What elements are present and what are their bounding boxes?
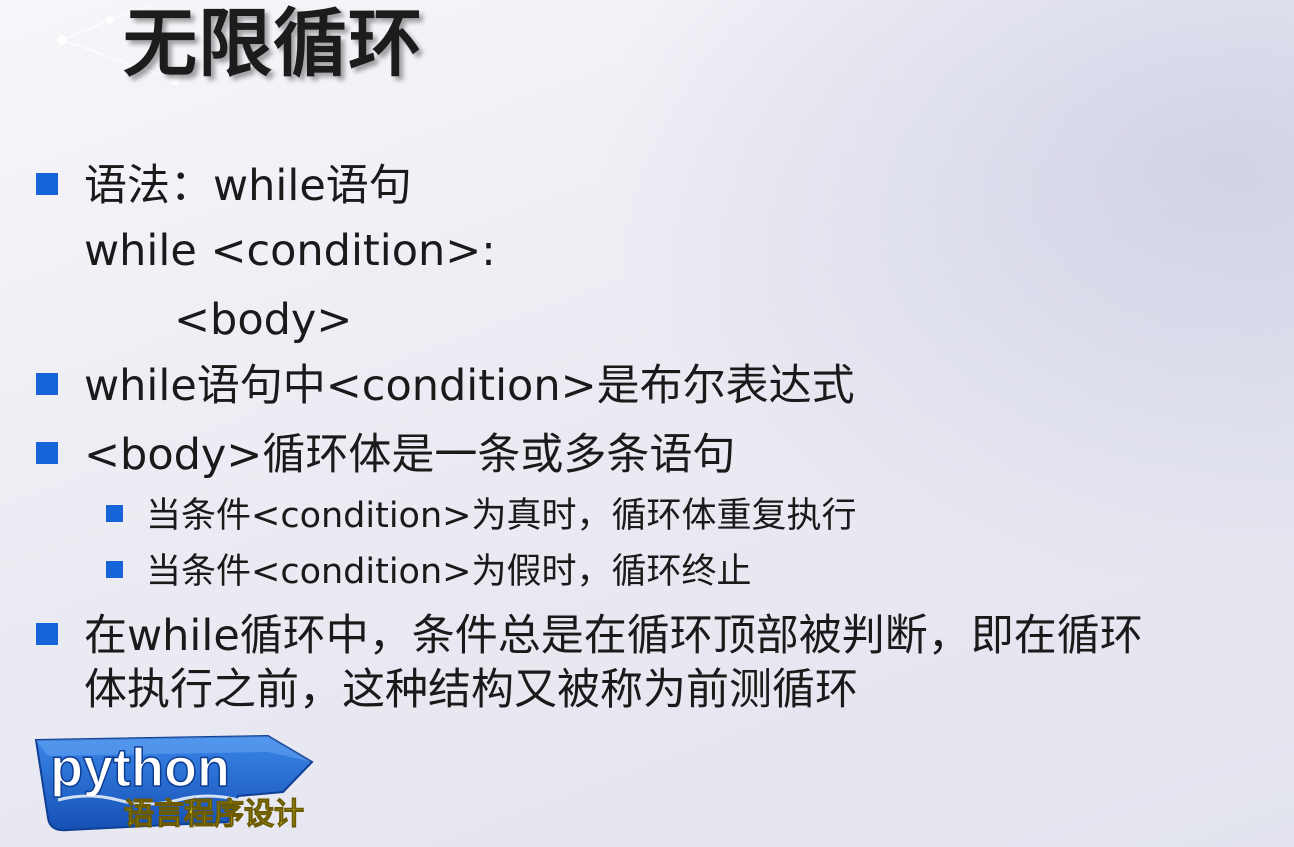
sub-bullet-text: 当条件<condition>为假时，循环终止 bbox=[146, 552, 752, 592]
bullet-pretest: 在while循环中，条件总是在循环顶部被判断，即在循环 bbox=[36, 610, 1143, 662]
bullet-text: 语法：while语句 bbox=[84, 161, 412, 211]
bullet-syntax: 语法：while语句 bbox=[36, 160, 412, 212]
sub-bullet-true: 当条件<condition>为真时，循环体重复执行 bbox=[106, 494, 856, 538]
bullet-marker bbox=[36, 173, 58, 195]
logo-word: python bbox=[50, 738, 230, 798]
slide-title: 无限循环 bbox=[123, 1, 423, 87]
sub-bullet-text: 当条件<condition>为真时，循环体重复执行 bbox=[146, 496, 857, 536]
syntax-code-line-1: while <condition>: bbox=[84, 226, 496, 276]
bullet-marker bbox=[36, 623, 58, 645]
bullet-marker bbox=[36, 373, 58, 395]
bullet-text: 在while循环中，条件总是在循环顶部被判断，即在循环 bbox=[84, 611, 1143, 661]
syntax-code-line-2: <body> bbox=[174, 295, 353, 345]
sub-bullet-marker bbox=[106, 561, 123, 578]
bullet-text: <body>循环体是一条或多条语句 bbox=[84, 430, 736, 480]
python-logo: python 语言程序设计 bbox=[34, 734, 314, 833]
bullet-body: <body>循环体是一条或多条语句 bbox=[36, 429, 735, 481]
bullet-text-continuation: 体执行之前，这种结构又被称为前测循环 bbox=[84, 665, 858, 715]
bullet-text: while语句中<condition>是布尔表达式 bbox=[84, 361, 855, 411]
logo-subtitle: 语言程序设计 bbox=[124, 797, 304, 832]
bullet-marker bbox=[36, 442, 58, 464]
bullet-condition: while语句中<condition>是布尔表达式 bbox=[36, 360, 855, 412]
sub-bullet-false: 当条件<condition>为假时，循环终止 bbox=[106, 550, 751, 594]
sub-bullet-marker bbox=[106, 505, 123, 522]
